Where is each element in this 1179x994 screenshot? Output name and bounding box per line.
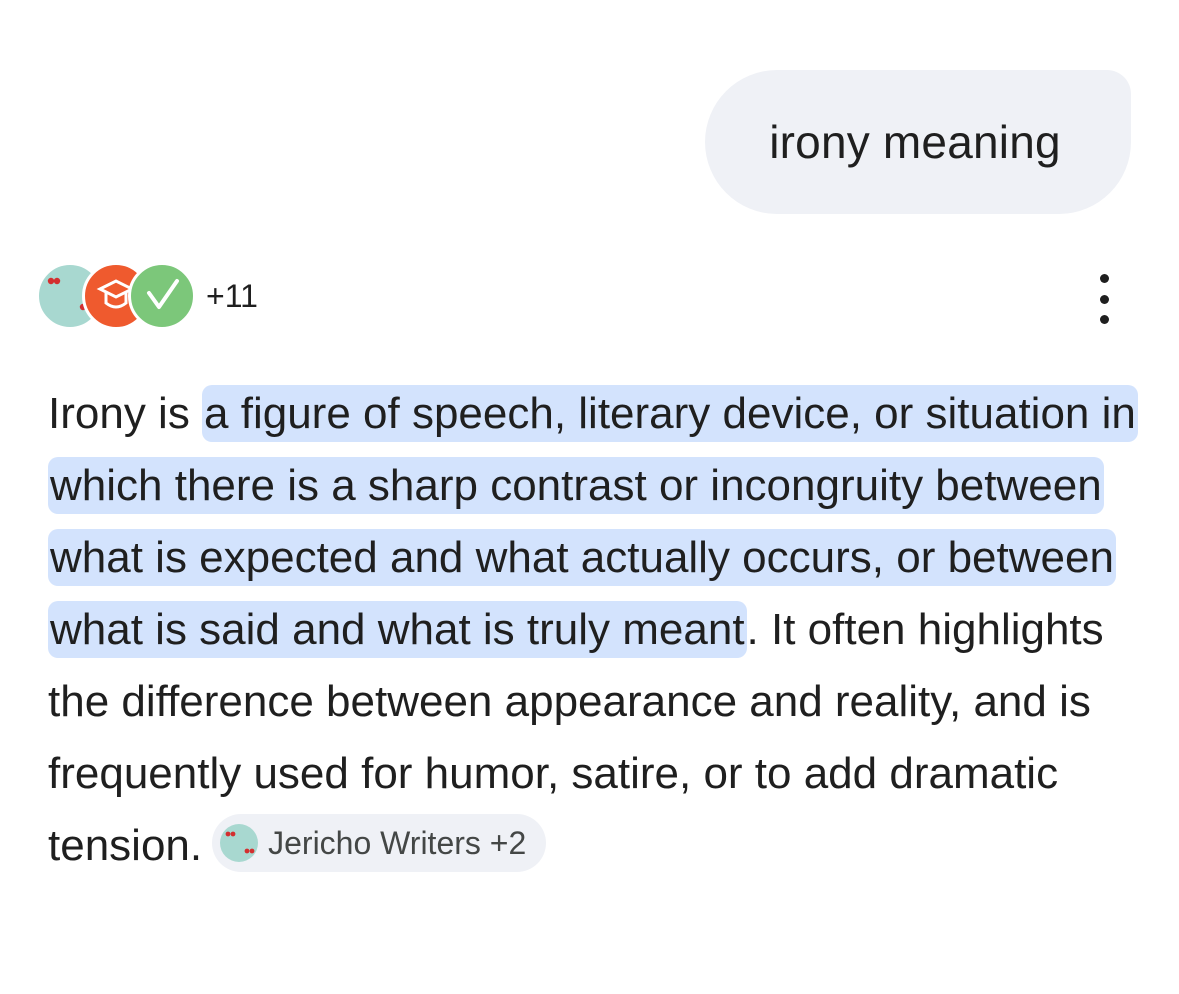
menu-dot (1099, 294, 1109, 304)
menu-dot (1099, 274, 1109, 283)
sources-row[interactable]: +11 (36, 262, 258, 330)
user-query-text: irony meaning (769, 116, 1061, 168)
citation-chip[interactable]: Jericho Writers +2 (212, 814, 547, 873)
more-vert-icon[interactable] (1086, 274, 1122, 324)
user-query-bubble: irony meaning (705, 70, 1131, 214)
checkmark-logo-icon[interactable] (128, 262, 196, 330)
answer-paragraph: Irony is a figure of speech, literary de… (48, 378, 1138, 882)
menu-dot (1099, 315, 1109, 324)
citation-chip-label: Jericho Writers +2 (268, 825, 527, 862)
jericho-logo-icon (220, 824, 259, 863)
answer-intro: Irony is (48, 389, 203, 438)
sources-more-count[interactable]: +11 (206, 278, 258, 315)
